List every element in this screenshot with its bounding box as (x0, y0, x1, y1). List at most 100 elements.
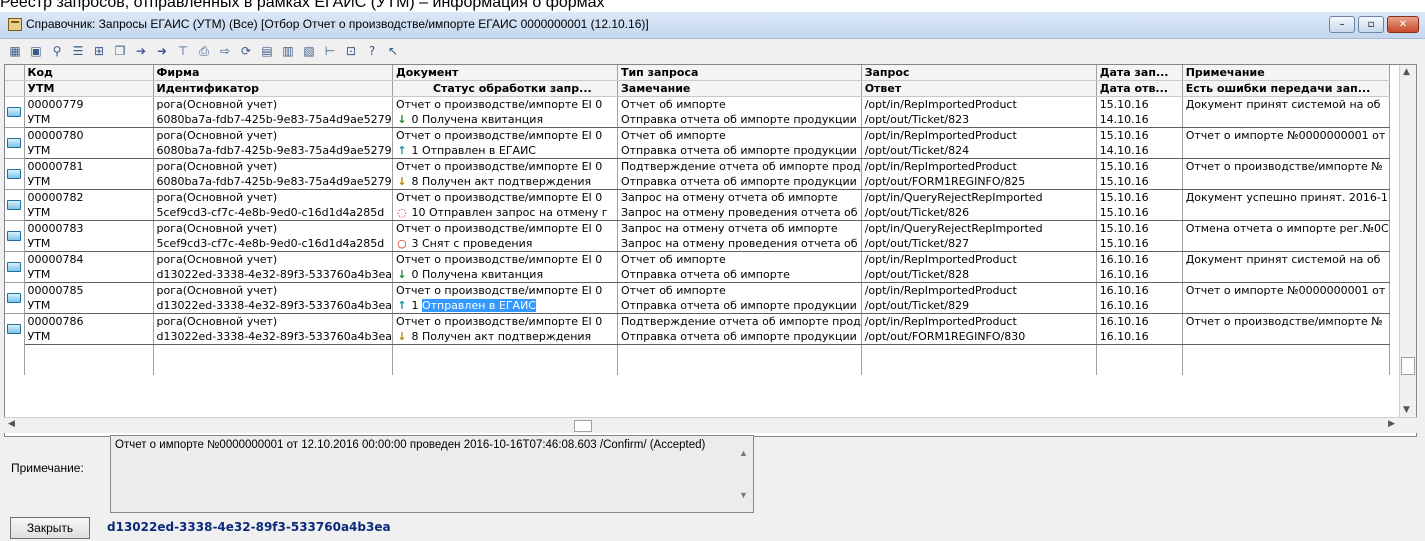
request-type-cell[interactable]: Запрос на отмену отчета об импорте (617, 189, 862, 205)
request-type-cell[interactable]: Запрос на отмену отчета об импорте (617, 220, 862, 236)
table-row[interactable]: 00000779 рога(Основной учет) Отчет о произ… (5, 96, 1390, 128)
table-row[interactable]: 00000781 рога(Основной учет) Отчет о произ… (5, 158, 1390, 190)
close-button[interactable]: Закрыть (10, 517, 90, 539)
close-window-button[interactable]: ✕ (1387, 16, 1419, 33)
identifier-cell[interactable]: 5cef9cd3-cf7c-4e8b-9ed0-c16d1d4a285d (153, 205, 393, 221)
scroll-down-icon[interactable]: ▼ (1403, 405, 1410, 415)
remark-cell[interactable]: Отправка отчета об импорте (617, 267, 862, 283)
remark-cell[interactable]: Отправка отчета об импорте продукции (617, 298, 862, 314)
copy-icon[interactable]: ❐ (111, 42, 129, 60)
firm-cell[interactable]: рога(Основной учет) (153, 96, 393, 112)
document-cell[interactable]: Отчет о производстве/импорте ЕІ 0 (392, 96, 618, 112)
utm-cell[interactable]: УТМ (24, 298, 154, 314)
search-icon[interactable]: ⚲ (48, 42, 66, 60)
grid-horizontal-scrollbar[interactable]: ◀ ▶ (4, 417, 1417, 433)
note-scroll-up-icon[interactable]: ▲ (739, 448, 748, 458)
utm-cell[interactable]: УТМ (24, 112, 154, 128)
move-icon[interactable]: ⇨ (216, 42, 234, 60)
record-icon-cell[interactable] (5, 158, 25, 190)
firm-cell[interactable]: рога(Основной учет) (153, 313, 393, 329)
identifier-cell[interactable]: d13022ed-3338-4e32-89f3-533760a4b3ea (153, 329, 393, 345)
scroll-up-icon[interactable]: ▲ (1403, 67, 1410, 77)
utm-cell[interactable]: УТМ (24, 143, 154, 159)
answer-date-cell[interactable]: 14.10.16 (1096, 112, 1183, 128)
print-icon[interactable]: ⎙ (195, 42, 213, 60)
code-cell[interactable]: 00000783 (24, 220, 154, 236)
status-cell[interactable]: ○ 3 Снят с проведения (392, 236, 618, 252)
firm-cell[interactable]: рога(Основной учет) (153, 251, 393, 267)
paste-icon[interactable]: ▧ (300, 42, 318, 60)
request-date-cell[interactable]: 15.10.16 (1096, 189, 1183, 205)
identifier-cell[interactable]: 6080ba7a-fdb7-425b-9e83-75a4d9ae5279 (153, 174, 393, 190)
code-cell[interactable]: 00000780 (24, 127, 154, 143)
header-document[interactable]: Документ (392, 65, 618, 81)
scroll-right-icon[interactable]: ▶ (1388, 419, 1395, 429)
record-icon-cell[interactable] (5, 189, 25, 221)
table-row[interactable]: 00000780 рога(Основной учет) Отчет о произ… (5, 127, 1390, 159)
request-date-cell[interactable]: 16.10.16 (1096, 282, 1183, 298)
document-cell[interactable]: Отчет о производстве/импорте ЕІ 0 (392, 220, 618, 236)
utm-cell[interactable]: УТМ (24, 329, 154, 345)
answer-date-cell[interactable]: 16.10.16 (1096, 329, 1183, 345)
table-row-detail[interactable]: УТМ 6080ba7a-fdb7-425b-9e83-75a4d9ae5279 ↓… (5, 174, 1390, 190)
errors-cell[interactable] (1182, 143, 1390, 159)
code-cell[interactable]: 00000781 (24, 158, 154, 174)
identifier-cell[interactable]: 6080ba7a-fdb7-425b-9e83-75a4d9ae5279 (153, 112, 393, 128)
filter-icon[interactable]: ⊞ (90, 42, 108, 60)
status-cell[interactable]: ↓ 8 Получен акт подтверждения (392, 174, 618, 190)
request-date-cell[interactable]: 15.10.16 (1096, 158, 1183, 174)
answer-date-cell[interactable]: 16.10.16 (1096, 298, 1183, 314)
tree-icon[interactable]: ⊢ (321, 42, 339, 60)
errors-cell[interactable] (1182, 329, 1390, 345)
document-cell[interactable]: Отчет о производстве/импорте ЕІ 0 (392, 282, 618, 298)
answer-cell[interactable]: /opt/out/Ticket/828 (861, 267, 1097, 283)
note-cell[interactable]: Документ принят системой на об (1182, 251, 1390, 267)
table-row-detail[interactable]: УТМ 6080ba7a-fdb7-425b-9e83-75a4d9ae5279 ↓… (5, 112, 1390, 128)
answer-cell[interactable]: /opt/out/FORM1REGINFO/825 (861, 174, 1097, 190)
utm-cell[interactable]: УТМ (24, 205, 154, 221)
answer-date-cell[interactable]: 15.10.16 (1096, 205, 1183, 221)
calendar-icon[interactable]: ▦ (6, 42, 24, 60)
answer-cell[interactable]: /opt/out/Ticket/823 (861, 112, 1097, 128)
note-cell[interactable]: Документ успешно принят. 2016-1 (1182, 189, 1390, 205)
help-icon[interactable]: ? (363, 42, 381, 60)
firm-cell[interactable]: рога(Основной учет) (153, 158, 393, 174)
request-cell[interactable]: /opt/in/RepImportedProduct (861, 282, 1097, 298)
note-cell[interactable]: Отмена отчета о импорте рег.№0С (1182, 220, 1390, 236)
scroll-left-icon[interactable]: ◀ (8, 419, 15, 429)
structure-icon[interactable]: ⊡ (342, 42, 360, 60)
header-errors[interactable]: Есть ошибки передачи зап... (1182, 80, 1390, 97)
header-remark[interactable]: Замечание (617, 80, 862, 97)
record-icon-cell[interactable] (5, 96, 25, 128)
utm-cell[interactable]: УТМ (24, 236, 154, 252)
utm-cell[interactable]: УТМ (24, 174, 154, 190)
note-cell[interactable]: Отчет о производстве/импорте № (1182, 313, 1390, 329)
identifier-cell[interactable]: d13022ed-3338-4e32-89f3-533760a4b3ea (153, 298, 393, 314)
document-cell[interactable]: Отчет о производстве/импорте ЕІ 0 (392, 127, 618, 143)
remark-cell[interactable]: Отправка отчета об импорте продукции (617, 143, 862, 159)
table-row[interactable]: 00000783 рога(Основной учет) Отчет о произ… (5, 220, 1390, 252)
status-cell[interactable]: ↓ 8 Получен акт подтверждения (392, 329, 618, 345)
document-cell[interactable]: Отчет о производстве/импорте ЕІ 0 (392, 189, 618, 205)
export-icon[interactable]: ➔ (132, 42, 150, 60)
request-cell[interactable]: /opt/in/RepImportedProduct (861, 158, 1097, 174)
request-date-cell[interactable]: 16.10.16 (1096, 313, 1183, 329)
answer-cell[interactable]: /opt/out/Ticket/824 (861, 143, 1097, 159)
status-cell[interactable]: ◌ 10 Отправлен запрос на отмену г (392, 205, 618, 221)
status-cell[interactable]: ↓ 0 Получена квитанция (392, 112, 618, 128)
table-row-detail[interactable]: УТМ d13022ed-3338-4e32-89f3-533760a4b3ea ↑… (5, 298, 1390, 314)
request-cell[interactable]: /opt/in/RepImportedProduct (861, 96, 1097, 112)
code-cell[interactable]: 00000782 (24, 189, 154, 205)
firm-cell[interactable]: рога(Основной учет) (153, 220, 393, 236)
record-icon-cell[interactable] (5, 313, 25, 345)
doc-icon[interactable]: ▤ (258, 42, 276, 60)
firm-cell[interactable]: рога(Основной учет) (153, 282, 393, 298)
errors-cell[interactable] (1182, 236, 1390, 252)
request-date-cell[interactable]: 15.10.16 (1096, 127, 1183, 143)
answer-date-cell[interactable]: 15.10.16 (1096, 236, 1183, 252)
grid-vertical-scrollbar[interactable]: ▲ ▼ (1399, 65, 1416, 417)
firm-cell[interactable]: рога(Основной учет) (153, 189, 393, 205)
status-cell[interactable]: ↑ 1 Отправлен в ЕГАИС (392, 298, 618, 314)
import-icon[interactable]: ➜ (153, 42, 171, 60)
request-date-cell[interactable]: 16.10.16 (1096, 251, 1183, 267)
